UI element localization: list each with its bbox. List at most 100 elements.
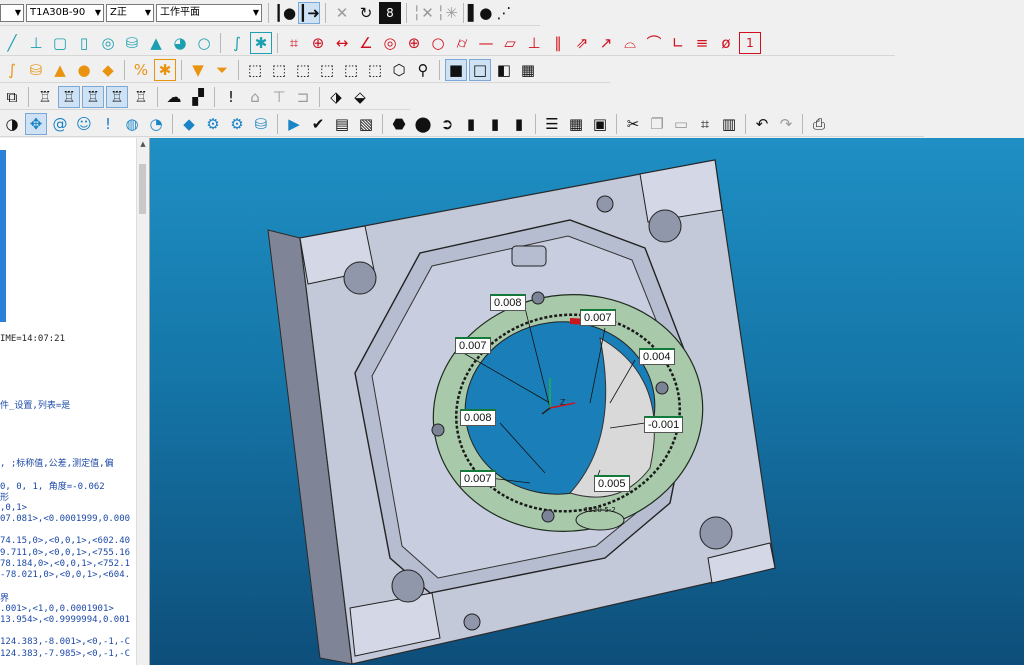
scan-path-icon[interactable]: ⋰ [493,2,515,24]
check-icon[interactable]: ✔ [307,113,329,135]
cloud-section-icon[interactable]: ▞ [187,86,209,108]
bookmark-icon[interactable]: ▮ [460,113,482,135]
filter-icon[interactable]: ▼ [187,59,209,81]
view-left-icon[interactable]: ⬚ [340,59,362,81]
report-check-icon[interactable]: ▤ [331,113,353,135]
diameter-icon[interactable]: ø [715,32,737,54]
ring-feature-icon[interactable]: ○ [193,32,215,54]
construct-curve-icon[interactable]: ∫ [1,59,23,81]
paste-icon[interactable]: ▭ [670,113,692,135]
workplane-select[interactable]: 工作平面 ▼ [156,3,262,22]
edit-window[interactable]: ▲ IME=14:07:21 件_设置,列表=是 , ;标称值,公差,测定值,偏… [0,138,150,665]
measurement-label[interactable]: 0.007 [460,470,496,487]
probe-hit-icon[interactable]: ▌● [468,2,493,24]
probe-extend-icon[interactable]: ⊐ [292,86,314,108]
render-wire-icon[interactable]: □ [469,58,491,81]
cube-settings-icon[interactable]: ⚙ [226,113,248,135]
construct-sphere-icon[interactable]: ● [73,59,95,81]
point-cloud-icon[interactable]: ☁ [163,86,185,108]
grid-icon[interactable]: ▦ [517,59,539,81]
probe-arc-icon[interactable]: ◔ [145,113,167,135]
line-profile-icon[interactable]: ⌒ [643,32,665,54]
cylinder-feature-icon[interactable]: ⛁ [121,32,143,54]
report-cancel-icon[interactable]: ▧ [355,113,377,135]
point-feature-icon[interactable]: ⊥ [25,32,47,54]
view-select[interactable]: Z正 ▼ [106,3,154,22]
next-icon[interactable]: ➲ [436,113,458,135]
surface-profile-icon[interactable]: ⌓ [619,32,641,54]
broom-icon[interactable]: ⚲ [412,59,434,81]
probe-rotate-c-icon[interactable]: ♖ [106,85,128,108]
probe-tip-select[interactable]: T1A30B-90 ▼ [26,3,104,22]
at-icon[interactable]: @ [49,113,71,135]
redo-icon[interactable]: ↷ [775,113,797,135]
flatness-icon[interactable]: ▱ [499,32,521,54]
construct-percent-icon[interactable]: % [130,59,152,81]
parallelism-icon[interactable]: ∥ [547,32,569,54]
circle-feature-icon[interactable]: ◎ [97,32,119,54]
probe-config-icon[interactable]: ⊤ [268,86,290,108]
probe-select[interactable]: ▼ [0,3,24,22]
cube-cylinder-icon[interactable]: ⛁ [250,113,272,135]
distance-icon[interactable]: ↔ [331,32,353,54]
sphere-feature-icon[interactable]: ◕ [169,32,191,54]
warning-icon[interactable]: ! [220,86,242,108]
view-hidden-icon[interactable]: ⬡ [388,59,410,81]
measurement-label[interactable]: 0.008 [460,409,496,426]
measurement-label[interactable]: 0.007 [455,337,491,354]
scroll-thumb[interactable] [139,164,146,214]
stop-icon[interactable]: ⬣ [388,113,410,135]
run-icon[interactable]: ▶ [283,113,305,135]
slot-feature-icon[interactable]: ▯ [73,32,95,54]
clipboard-grid-icon[interactable]: ▥ [718,113,740,135]
concentricity-icon[interactable]: ◎ [379,32,401,54]
cone-feature-icon[interactable]: ▲ [145,32,167,54]
view-right-icon[interactable]: ⬚ [364,59,386,81]
plane-feature-icon[interactable]: ▢ [49,32,71,54]
scroll-up-icon[interactable]: ▲ [137,138,149,150]
auto-feature-icon[interactable]: ✱ [250,31,272,54]
graphics-window[interactable]: Z 1220-5-2 0.008 0.007 0.007 0.004 0.008… [150,138,1024,665]
measurement-label[interactable]: 0.008 [490,294,526,311]
digital-readout-icon[interactable]: 8 [379,1,401,24]
construct-cylinder-icon[interactable]: ⛁ [25,59,47,81]
measurement-label[interactable]: 0.005 [594,475,630,492]
probe-tip-icon[interactable]: ♖ [34,86,56,108]
total-runout-icon[interactable]: ⇗ [571,32,593,54]
clean-icon[interactable]: ⬤ [412,113,434,135]
program-mode-icon[interactable]: ┃➜ [298,1,320,24]
probe-rotate-b-icon[interactable]: ♖ [82,85,104,108]
measurement-label[interactable]: -0.001 [644,416,684,433]
undo-icon[interactable]: ↶ [751,113,773,135]
cut-icon[interactable]: ✂ [622,113,644,135]
straightness-icon[interactable]: — [475,32,497,54]
probe-cycle-icon[interactable]: ◍ [121,113,143,135]
view-iso-wire-icon[interactable]: ⬚ [268,59,290,81]
grid-pattern-icon[interactable]: ⌗ [694,113,716,135]
fixture-icon[interactable]: ⌂ [244,86,266,108]
angularity-icon[interactable]: ∟ [667,32,689,54]
probe-change-icon[interactable]: ╎✕ [412,2,434,24]
probe-rotate-a-icon[interactable]: ♖ [58,85,80,108]
clearance-icon[interactable]: ⬗ [325,86,347,108]
view-front-icon[interactable]: ⬚ [292,59,314,81]
probe-mode-icon[interactable]: ┃● [274,2,296,24]
bookmark-down-icon[interactable]: ▮ [484,113,506,135]
sphere-shade-icon[interactable]: ◑ [1,113,23,135]
transform-icon[interactable]: ⧉ [1,86,23,108]
list-icon[interactable]: ☰ [541,113,563,135]
cube-gear-icon[interactable]: ⚙ [202,113,224,135]
position-icon[interactable]: ⌗ [283,32,305,54]
construct-cone-icon[interactable]: ▲ [49,59,71,81]
line-feature-icon[interactable]: ╱ [1,32,23,54]
cylindricity-icon[interactable]: ⌭ [451,32,473,54]
perpendicularity-icon[interactable]: ⊥ [523,32,545,54]
runout-icon[interactable]: ↗ [595,32,617,54]
cross-icon[interactable]: ✕ [331,2,353,24]
render-solid-icon[interactable]: ■ [445,58,467,81]
coaxiality-icon[interactable]: ⊕ [403,32,425,54]
symmetry-icon[interactable]: ≡ [691,32,713,54]
face-icon[interactable]: ☺ [73,113,95,135]
copy-icon[interactable]: ❐ [646,113,668,135]
view-iso-solid-icon[interactable]: ⬚ [244,59,266,81]
